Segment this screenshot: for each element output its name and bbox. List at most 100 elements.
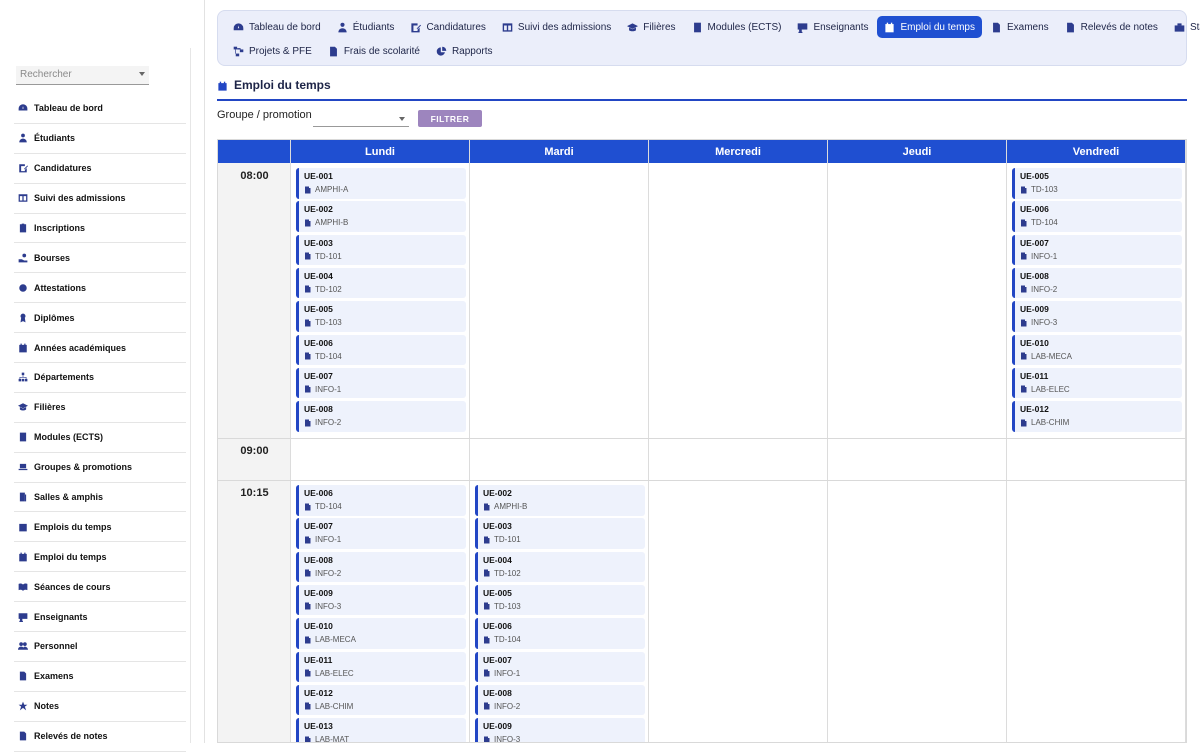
tab-etudiants[interactable]: Étudiants [330,16,402,38]
sidebar-item-bourses[interactable]: Bourses [14,243,186,274]
course-card[interactable]: UE-007 INFO-1 [1012,234,1182,266]
edit-form-icon [410,22,426,33]
group-select[interactable] [313,109,409,127]
course-code: UE-006 [304,337,333,348]
course-card[interactable]: UE-009 INFO-3 [296,584,466,616]
sidebar-item-modules-ects[interactable]: Modules (ECTS) [14,423,186,453]
sidebar-item-etudiants[interactable]: Étudiants [14,124,186,154]
course-card[interactable]: UE-005 TD-103 [1012,168,1182,199]
tab-stages[interactable]: Stages [1167,16,1200,38]
tab-label: Candidatures [426,21,486,33]
course-room: INFO-1 [304,384,466,395]
sidebar-item-filieres[interactable]: Filières [14,393,186,423]
filter-button[interactable]: FILTRER [418,110,482,127]
sidebar-item-suivi-des-admissions[interactable]: Suivi des admissions [14,184,186,214]
door-icon [304,219,315,227]
sitemap-icon [18,372,28,382]
course-code: UE-002 [483,488,512,498]
course-card[interactable]: UE-008 INFO-2 [296,551,466,583]
course-card[interactable]: UE-004 TD-102 [296,267,466,299]
timetable-grid: Lundi Mardi Mercredi Jeudi Vendredi 08:00 UE-0… [217,139,1187,743]
course-card[interactable]: UE-006 TD-104 [296,485,466,516]
course-card[interactable]: UE-001 AMPHI-A [296,168,466,199]
course-code: UE-002 [304,204,333,215]
tab-candidatures[interactable]: Candidatures [403,16,492,38]
door-icon [483,669,494,677]
room-label: TD-103 [1031,185,1058,194]
sidebar-item-seances-de-cours[interactable]: Séances de cours [14,572,186,603]
file-alt-icon [18,671,28,681]
course-card[interactable]: UE-007 INFO-1 [475,651,645,682]
course-room: TD-104 [1020,217,1182,228]
course-room: TD-101 [483,534,645,545]
sidebar-item-personnel[interactable]: Personnel [14,632,186,662]
tab-releves-de-notes[interactable]: Relevés de notes [1058,16,1165,38]
sidebar-item-label: Groupes & promotions [34,462,133,473]
course-card[interactable]: UE-007 INFO-1 [296,367,466,399]
course-card[interactable]: UE-008 INFO-2 [1012,267,1182,299]
tab-rapports[interactable]: Rapports [429,40,500,62]
sidebar-item-enseignants[interactable]: Enseignants [14,602,186,633]
tab-frais-de-scolarite[interactable]: Frais de scolarité [321,40,427,62]
sidebar-item-departements[interactable]: Départements [14,363,186,393]
sidebar-item-salles-amphis[interactable]: Salles & amphis [14,483,186,513]
course-room: AMPHI-A [304,184,466,195]
sidebar-item-candidatures[interactable]: Candidatures [14,154,186,184]
sidebar-item-attestations[interactable]: Attestations [14,273,186,304]
sidebar-item-groupes-promotions[interactable]: Groupes & promotions [14,453,186,483]
course-card[interactable]: UE-003 TD-101 [296,234,466,266]
grid-divider [648,140,649,742]
search-input[interactable]: Rechercher [16,66,149,85]
course-card[interactable]: UE-013 LAB-MAT [296,718,466,743]
sidebar-item-annees-academiques[interactable]: Années académiques [14,333,186,364]
course-card[interactable]: UE-003 TD-101 [475,518,645,549]
tab-examens[interactable]: Examens [984,16,1056,38]
tab-suivi-des-admissions[interactable]: Suivi des admissions [495,16,618,38]
tab-emploi-du-temps[interactable]: Emploi du temps [877,16,982,38]
course-card[interactable]: UE-012 LAB-CHIM [296,684,466,716]
course-card[interactable]: UE-002 AMPHI-B [475,485,645,516]
course-card[interactable]: UE-008 INFO-2 [296,401,466,432]
course-card[interactable]: UE-006 TD-104 [1012,201,1182,232]
tab-filieres[interactable]: Filières [620,16,682,38]
tab-tableau-de-bord[interactable]: Tableau de bord [226,16,328,38]
course-card[interactable]: UE-006 TD-104 [296,334,466,365]
tab-enseignants[interactable]: Enseignants [790,16,875,38]
sidebar-item-releves-de-notes[interactable]: Relevés de notes [14,722,186,752]
course-card[interactable]: UE-009 INFO-3 [1012,301,1182,332]
sidebar-item-inscriptions[interactable]: Inscriptions [14,214,186,244]
course-card[interactable]: UE-006 TD-104 [475,618,645,649]
course-card[interactable]: UE-011 LAB-ELEC [296,651,466,682]
course-card[interactable]: UE-007 INFO-1 [296,518,466,549]
course-card[interactable]: UE-005 TD-103 [296,301,466,332]
course-card[interactable]: UE-005 TD-103 [475,584,645,616]
chevron-down-icon[interactable] [139,72,145,76]
sidebar-item-diplomes[interactable]: Diplômes [14,303,186,334]
door-icon [304,385,315,393]
room-label: LAB-MAT [315,735,350,743]
course-card[interactable]: UE-008 INFO-2 [475,684,645,716]
sidebar-item-notes[interactable]: Notes [14,692,186,722]
tab-modules-ects[interactable]: Modules (ECTS) [685,16,789,38]
room-label: LAB-CHIM [315,701,354,711]
course-card[interactable]: UE-010 LAB-MECA [1012,334,1182,365]
course-code: UE-011 [304,654,333,665]
sidebar-item-examens[interactable]: Examens [14,662,186,692]
course-card[interactable]: UE-004 TD-102 [475,551,645,583]
course-code: UE-010 [1020,337,1049,348]
sidebar-item-tableau-de-bord[interactable]: Tableau de bord [14,94,186,124]
tab-projets-pfe[interactable]: Projets & PFE [226,40,319,62]
course-card[interactable]: UE-012 LAB-CHIM [1012,401,1182,432]
course-card[interactable]: UE-002 AMPHI-B [296,201,466,232]
door-icon [304,352,315,360]
sidebar-item-label: Personnel [34,641,78,652]
course-card[interactable]: UE-010 LAB-MECA [296,618,466,649]
course-card[interactable]: UE-009 INFO-3 [475,718,645,742]
room-label: INFO-1 [315,384,342,394]
sidebar-item-emploi-du-temps[interactable]: Emploi du temps [14,542,186,573]
room-label: TD-104 [315,502,342,511]
sidebar-item-emplois-du-temps[interactable]: Emplois du temps [14,512,186,543]
chevron-down-icon[interactable] [399,117,405,121]
course-card[interactable]: UE-011 LAB-ELEC [1012,367,1182,399]
search-placeholder: Rechercher [20,69,72,80]
